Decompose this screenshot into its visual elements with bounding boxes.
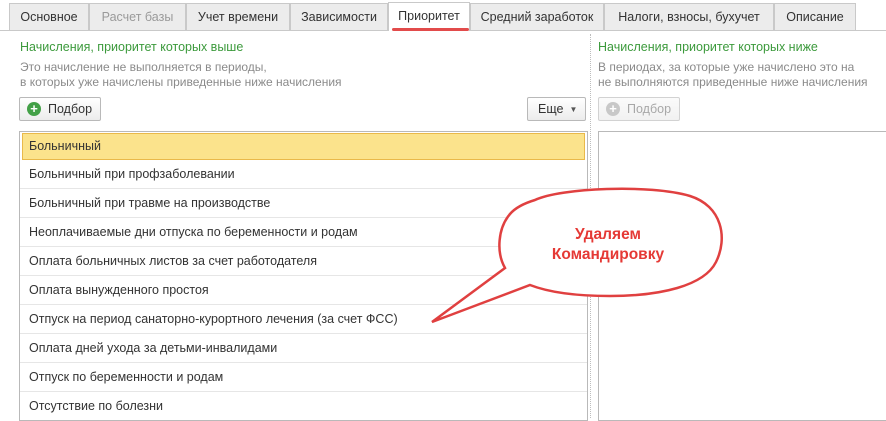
pick-button-left-label: Подбор (48, 102, 93, 116)
tab-bar: Основное Расчет базы Учет времени Зависи… (0, 0, 886, 34)
tab-dependencies[interactable]: Зависимости (290, 3, 388, 30)
left-panel-hint-line1: Это начисление не выполняется в периоды, (20, 60, 267, 74)
callout-line1: Удаляем (575, 226, 641, 243)
right-panel-hint: В периодах, за которые уже начислено это… (598, 60, 868, 90)
left-panel-title: Начисления, приоритет которых выше (20, 40, 244, 54)
tab-time-accounting[interactable]: Учет времени (186, 3, 290, 30)
tab-priority[interactable]: Приоритет (388, 2, 470, 31)
list-item[interactable]: Отпуск по беременности и родам (20, 363, 587, 392)
left-panel-hint-line2: в которых уже начислены приведенные ниже… (20, 75, 342, 89)
more-button-label: Еще (538, 102, 564, 116)
more-button[interactable]: Еще ▼ (527, 97, 587, 121)
right-panel-title: Начисления, приоритет которых ниже (598, 40, 818, 54)
pick-button-right: + Подбор (598, 97, 681, 121)
tab-description[interactable]: Описание (774, 3, 856, 30)
callout-line2: Командировку (551, 246, 665, 263)
active-tab-indicator (392, 28, 469, 31)
list-item[interactable]: Оплата дней ухода за детьми-инвалидами (20, 334, 587, 363)
lower-priority-list (598, 131, 886, 421)
add-icon: + (27, 102, 41, 116)
list-item[interactable]: Отпуск на период санаторно-курортного ле… (20, 305, 587, 334)
tab-average-earnings[interactable]: Средний заработок (470, 3, 604, 30)
pick-button-right-label: Подбор (627, 102, 672, 116)
tab-taxes[interactable]: Налоги, взносы, бухучет (604, 3, 774, 30)
list-item[interactable]: Неоплачиваемые дни отпуска по беременнос… (20, 218, 587, 247)
list-item[interactable]: Оплата больничных листов за счет работод… (20, 247, 587, 276)
list-item[interactable]: Больничный (22, 133, 585, 160)
left-panel-hint: Это начисление не выполняется в периоды,… (20, 60, 342, 90)
higher-priority-list: Больничный Больничный при профзаболевани… (19, 131, 588, 421)
right-panel-hint-line1: В периодах, за которые уже начислено это… (598, 60, 855, 74)
tab-base-calculation: Расчет базы (89, 3, 186, 30)
list-item[interactable]: Оплата вынужденного простоя (20, 276, 587, 305)
list-item[interactable]: Больничный при травме на производстве (20, 189, 587, 218)
tab-main[interactable]: Основное (9, 3, 89, 30)
chevron-down-icon: ▼ (569, 104, 578, 114)
right-panel-hint-line2: не выполняются приведенные ниже начислен… (598, 75, 868, 89)
callout-text: Удаляем Командировку (518, 225, 698, 265)
list-item[interactable]: Больничный при профзаболевании (20, 160, 587, 189)
pick-button-left[interactable]: + Подбор (19, 97, 102, 121)
list-item[interactable]: Отсутствие по болезни (20, 392, 587, 420)
add-icon: + (606, 102, 620, 116)
